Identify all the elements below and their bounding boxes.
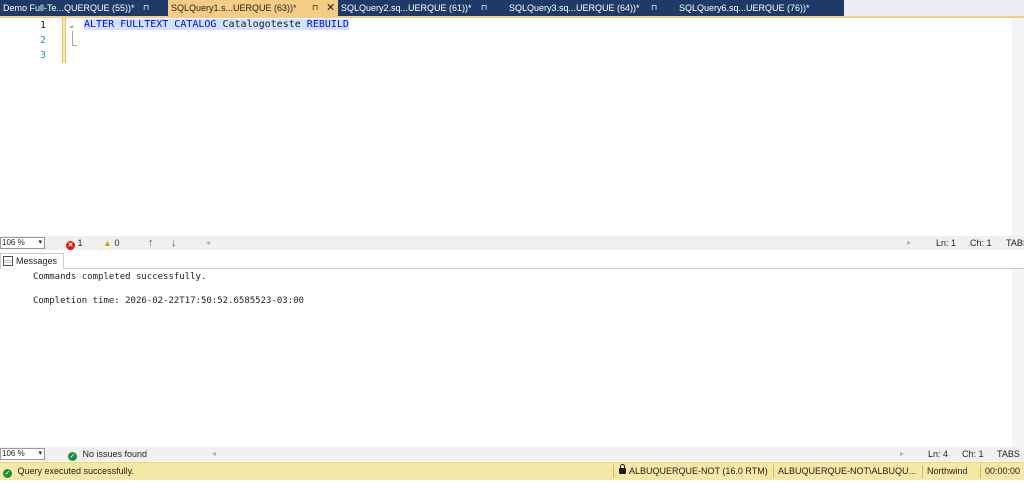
- results-status-row: 106 % ▾ ✓ No issues found ◂ ▸ Ln: 4 Ch: …: [0, 447, 1024, 461]
- login-info: ALBUQUERQUE-NOT\ALBUQU...: [778, 466, 917, 476]
- database-name: Northwind: [927, 466, 968, 476]
- chevron-down-icon: ▾: [38, 239, 42, 246]
- check-icon: ✓: [68, 452, 77, 461]
- zoom-value: 106 %: [2, 449, 25, 458]
- divider: [922, 465, 923, 478]
- keyword: REBUILD: [306, 19, 349, 30]
- tab-label: SQLQuery3.sq...UERQUE (64))*: [509, 3, 640, 13]
- warning-count[interactable]: ▲ 0: [103, 236, 119, 250]
- zoom-dropdown[interactable]: 106 % ▾: [0, 237, 45, 249]
- divider: [773, 465, 774, 478]
- tab-label: SQLQuery1.s...UERQUE (63))*: [171, 3, 297, 13]
- tabs-indicator: TABS: [997, 449, 1020, 459]
- tab-sqlquery1[interactable]: SQLQuery1.s...UERQUE (63))* ⊓ ✕: [168, 0, 338, 16]
- warning-count-value: 0: [114, 238, 120, 248]
- tab-label: Demo Full-Te...QUERQUE (55))*: [3, 3, 135, 13]
- line-number: 1: [39, 20, 46, 31]
- lock-icon: [619, 464, 626, 474]
- scroll-left-icon[interactable]: ◂: [206, 236, 210, 250]
- query-status: ✓ Query executed successfully.: [3, 463, 134, 480]
- tab-sqlquery2[interactable]: SQLQuery2.sq...UERQUE (61))* ⊓: [338, 0, 506, 16]
- message-line: Completion time: 2026-02-22T17:50:52.658…: [33, 296, 304, 306]
- next-arrow-icon[interactable]: ↓: [171, 236, 177, 250]
- tab-messages-label: Messages: [16, 256, 58, 266]
- tab-sqlquery6[interactable]: SQLQuery6.sq...UERQUE (76))*: [676, 0, 844, 16]
- tabs-indicator: TABS: [1006, 238, 1024, 248]
- tab-label: SQLQuery6.sq...UERQUE (76))*: [679, 3, 810, 13]
- divider: [613, 465, 614, 478]
- keyword: ALTER FULLTEXT CATALOG: [84, 19, 217, 30]
- previous-arrow-icon[interactable]: ↑: [148, 236, 154, 250]
- column-indicator: Ch: 1: [962, 449, 984, 459]
- line-number: 2: [39, 35, 46, 46]
- messages-pane[interactable]: Commands completed successfully. Complet…: [0, 269, 1024, 447]
- divider: [980, 465, 981, 478]
- column-indicator: Ch: 1: [970, 238, 992, 248]
- tab-label: SQLQuery2.sq...UERQUE (61))*: [341, 3, 472, 13]
- identifier: Catalogoteste: [222, 19, 301, 30]
- pin-icon[interactable]: ⊓: [651, 0, 657, 16]
- query-status-bar: ✓ Query executed successfully. ALBUQUERQ…: [0, 462, 1024, 480]
- tab-sqlquery3[interactable]: SQLQuery3.sq...UERQUE (64))* ⊓: [506, 0, 676, 16]
- outline-guide: [72, 31, 77, 46]
- chevron-down-icon: ▾: [38, 450, 42, 457]
- results-tab-bar: Messages: [0, 252, 1024, 269]
- line-number: 3: [39, 50, 46, 61]
- pin-icon[interactable]: ⊓: [143, 0, 149, 16]
- server-info: ALBUQUERQUE-NOT (16.0 RTM): [619, 463, 768, 480]
- pin-icon[interactable]: ⊓: [481, 0, 487, 16]
- scroll-right-icon[interactable]: ▸: [900, 447, 904, 461]
- messages-icon: [3, 256, 13, 266]
- error-icon: ✕: [66, 241, 75, 250]
- code-line[interactable]: ALTER FULLTEXT CATALOG Catalogoteste REB…: [84, 18, 349, 32]
- scroll-right-icon[interactable]: ▸: [907, 236, 911, 250]
- document-tab-bar: Demo Full-Te...QUERQUE (55))* ⊓ SQLQuery…: [0, 0, 1024, 16]
- zoom-dropdown[interactable]: 106 % ▾: [0, 448, 45, 460]
- server-name: ALBUQUERQUE-NOT (16.0 RTM): [629, 466, 768, 476]
- query-editor[interactable]: 1 2 3 ⌄ ALTER FULLTEXT CATALOG Catalogot…: [0, 18, 1024, 236]
- editor-status-row: 106 % ▾ ✕ 1 ▲ 0 ↑ ↓ ◂ ▸ Ln: 1 Ch: 1 TABS: [0, 236, 1024, 250]
- tab-messages[interactable]: Messages: [0, 253, 65, 269]
- zoom-value: 106 %: [2, 238, 25, 247]
- error-count[interactable]: ✕ 1: [66, 236, 83, 250]
- elapsed-time: 00:00:00: [985, 466, 1021, 476]
- error-count-value: 1: [77, 238, 83, 248]
- results-vertical-scrollbar[interactable]: [1012, 269, 1024, 447]
- pin-icon[interactable]: ⊓: [312, 0, 318, 16]
- success-icon: ✓: [3, 469, 12, 478]
- scroll-left-icon[interactable]: ◂: [212, 447, 216, 461]
- line-indicator: Ln: 4: [928, 449, 949, 459]
- editor-vertical-scrollbar[interactable]: [1012, 18, 1024, 236]
- close-icon[interactable]: ✕: [326, 0, 335, 16]
- issues-indicator[interactable]: ✓ No issues found: [68, 447, 147, 461]
- warning-icon: ▲: [103, 238, 112, 248]
- selected-code: ALTER FULLTEXT CATALOG Catalogoteste REB…: [84, 19, 349, 30]
- line-indicator: Ln: 1: [936, 238, 957, 248]
- query-status-text: Query executed successfully.: [17, 466, 134, 476]
- issues-text: No issues found: [82, 449, 148, 459]
- message-line: Commands completed successfully.: [33, 272, 207, 282]
- change-tracking-margin: [62, 18, 66, 63]
- tab-demo-full-text[interactable]: Demo Full-Te...QUERQUE (55))* ⊓: [0, 0, 168, 16]
